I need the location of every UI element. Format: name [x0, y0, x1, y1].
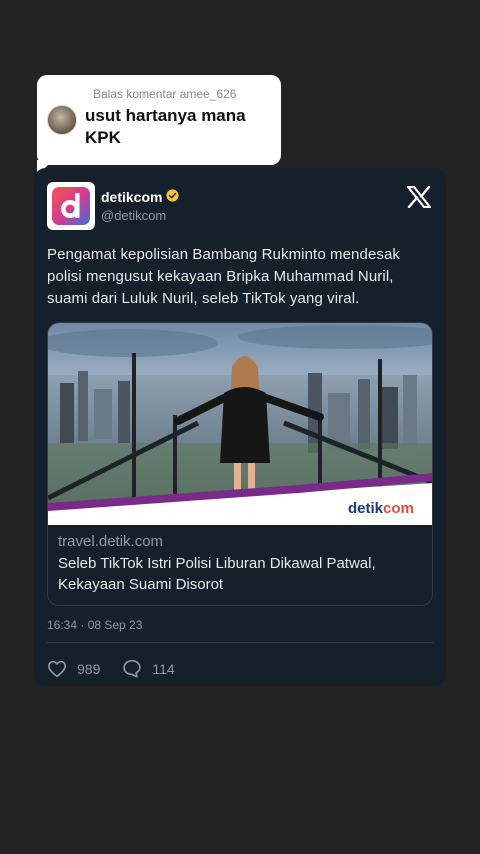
detikcom-avatar[interactable]	[47, 182, 95, 230]
reply-button[interactable]: 114	[122, 659, 175, 678]
account-handle[interactable]: @detikcom	[101, 208, 179, 223]
comment-icon	[123, 659, 142, 678]
link-preview-image: detikcom	[48, 323, 432, 525]
verified-badge-icon	[166, 189, 180, 205]
reply-count: 114	[152, 660, 175, 677]
reply-comment-line-2: KPK	[85, 128, 121, 147]
account-name[interactable]: detikcom	[101, 189, 180, 205]
link-preview-card[interactable]: detikcom travel.detik.com Seleb TikTok I…	[47, 322, 433, 606]
reply-header: Balas komentar amee_626	[93, 87, 237, 101]
like-count: 989	[77, 660, 101, 677]
detikcom-watermark: detikcom	[348, 500, 414, 517]
x-logo-icon[interactable]	[406, 185, 432, 213]
link-title: Seleb TikTok Istri Polisi Liburan Dikawa…	[58, 555, 376, 593]
link-domain: travel.detik.com	[58, 533, 164, 550]
commenter-avatar	[47, 105, 77, 135]
detikcom-logo-icon	[52, 187, 90, 225]
tweet-card: detikcom @detikcom Pengamat kepolisian B…	[34, 168, 446, 686]
tweet-header: detikcom @detikcom	[47, 182, 433, 230]
tweet-text: Pengamat kepolisian Bambang Rukminto men…	[47, 246, 401, 307]
tweet-timestamp[interactable]: 16:34 · 08 Sep 23	[47, 618, 433, 643]
reply-comment-line-1: usut hartanya mana	[85, 106, 246, 125]
heart-icon	[47, 660, 66, 677]
reply-comment-bubble[interactable]: Balas komentar amee_626 usut hartanya ma…	[37, 75, 281, 165]
tweet-actions: 989 114	[47, 659, 433, 678]
account-name-label: detikcom	[101, 189, 163, 205]
reply-comment-text: usut hartanya mana KPK	[85, 105, 246, 149]
like-button[interactable]: 989	[47, 660, 100, 678]
